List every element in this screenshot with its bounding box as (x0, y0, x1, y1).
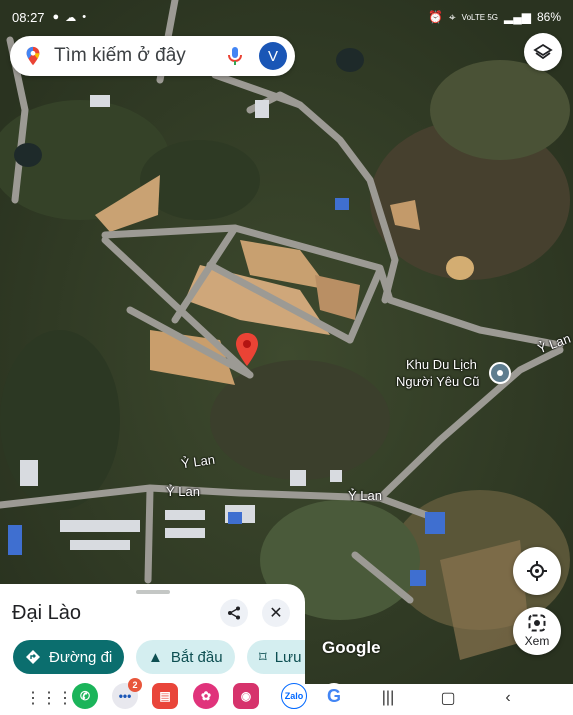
poi-label-line1[interactable]: Khu Du Lịch (406, 357, 477, 372)
search-bar[interactable]: Tìm kiếm ở đây V (10, 36, 295, 76)
google-logo: Google (322, 638, 381, 657)
network-label: VoLTE 5G (461, 12, 498, 22)
mic-icon[interactable] (225, 45, 245, 67)
back-button[interactable]: ‹ (496, 684, 520, 712)
status-time: 08:27 (12, 9, 45, 25)
crosshair-icon (527, 561, 547, 581)
save-button[interactable]: ⌑ Lưu (247, 640, 305, 674)
poi-label-line2[interactable]: Người Yêu Cũ (396, 374, 479, 389)
street-view-button[interactable]: Xem (513, 607, 561, 655)
place-title: Đại Lào (12, 602, 81, 624)
phone-app-icon[interactable]: ✆ (72, 683, 98, 709)
share-button[interactable] (220, 599, 248, 627)
maps-logo-icon (26, 46, 40, 66)
gallery-app-icon[interactable]: ✿ (193, 683, 219, 709)
location-icon: ⌖ (448, 9, 456, 24)
notification-badge: 2 (128, 678, 142, 692)
google-app-icon[interactable]: G (321, 683, 347, 709)
directions-button[interactable]: Đường đi (13, 640, 125, 674)
street-view-icon (528, 614, 546, 632)
home-button[interactable]: ▢ (436, 684, 460, 712)
poi-marker-icon[interactable] (489, 362, 511, 384)
street-view-label: Xem (524, 634, 550, 648)
drag-handle[interactable] (136, 590, 170, 594)
my-location-button[interactable] (513, 547, 561, 595)
alarm-icon: ⏰ (427, 10, 443, 24)
layers-button[interactable] (524, 33, 562, 71)
notification-dot-icon: ● (52, 11, 60, 23)
status-bar: 08:27 ● ☁ • ⏰ ⌖ VoLTE 5G ▂▄▆ 86% (0, 0, 573, 34)
status-right: ⏰ ⌖ VoLTE 5G ▂▄▆ 86% (428, 10, 561, 25)
road-label-2: Ỷ Lan (166, 484, 200, 499)
directions-icon (26, 650, 40, 664)
layers-icon (533, 43, 553, 60)
close-button[interactable]: ✕ (262, 599, 290, 627)
dropped-pin-icon[interactable] (235, 333, 259, 367)
place-bottom-sheet[interactable]: Đại Lào ✕ Đường đi ▲ Bắt đầu ⌑ Lưu (0, 584, 305, 684)
start-label: Bắt đầu (170, 648, 223, 666)
start-button[interactable]: ▲ Bắt đầu (136, 640, 235, 674)
search-input[interactable]: Tìm kiếm ở đây (54, 45, 225, 67)
dot-icon: • (82, 11, 87, 23)
signal-icon: ▂▄▆ (504, 10, 531, 24)
camera-app-icon[interactable]: ◉ (233, 683, 259, 709)
directions-label: Đường đi (49, 648, 113, 666)
road-label-3: Ỷ Lan (348, 488, 382, 503)
app-drawer-icon[interactable]: ⋮⋮⋮ (25, 684, 73, 712)
save-label: Lưu (274, 648, 302, 666)
zalo-app-icon[interactable]: Zalo (281, 683, 307, 709)
bookmark-icon: ⌑ (259, 649, 267, 666)
share-icon (228, 606, 240, 620)
navigation-arrow-icon: ▲ (148, 648, 163, 666)
avatar[interactable]: V (259, 42, 287, 70)
cloud-icon: ☁ (65, 11, 77, 24)
recents-button[interactable]: ||| (376, 684, 400, 712)
battery-level: 86% (536, 10, 561, 24)
notification-icons: ● ☁ • (53, 11, 87, 24)
app-icon-red[interactable]: ▤ (152, 683, 178, 709)
